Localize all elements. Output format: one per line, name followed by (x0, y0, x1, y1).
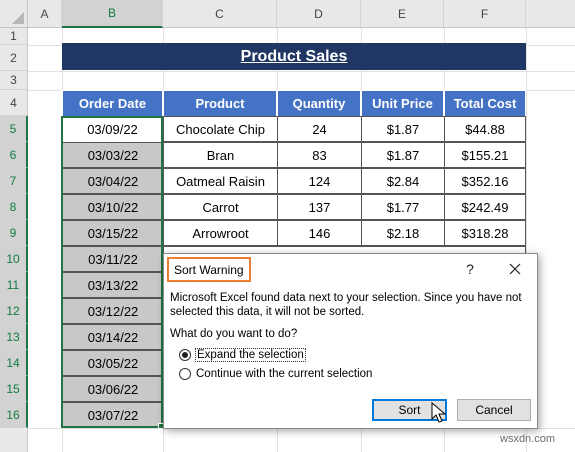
row-header-16[interactable]: 16 (0, 402, 28, 428)
cell-order-date[interactable]: 03/15/22 (62, 220, 164, 246)
row-header-12[interactable]: 12 (0, 298, 28, 324)
header-total-cost[interactable]: Total Cost (444, 90, 526, 117)
cell-order-date[interactable]: 03/05/22 (62, 350, 164, 376)
row-header-4[interactable]: 4 (0, 90, 28, 116)
mouse-cursor-icon (431, 402, 447, 423)
watermark: wsxdn.com (500, 433, 556, 445)
close-button[interactable] (504, 257, 526, 281)
row-header-2[interactable]: 2 (0, 45, 28, 71)
cell-unit-price[interactable]: $1.87 (361, 142, 445, 168)
header-quantity[interactable]: Quantity (277, 90, 361, 117)
column-header-c[interactable]: C (163, 0, 277, 28)
radio-continue-current[interactable]: Continue with the current selection (179, 368, 372, 380)
row-header-6[interactable]: 6 (0, 142, 28, 168)
cell-unit-price[interactable]: $2.18 (361, 220, 445, 246)
radio-expand-selection[interactable]: Expand the selection (179, 348, 306, 362)
cell-quantity[interactable]: 146 (277, 220, 362, 246)
cell-product[interactable]: Carrot (163, 194, 278, 220)
column-header-blank (526, 0, 575, 28)
cell-total-cost[interactable]: $44.88 (444, 116, 526, 142)
row-header-1[interactable]: 1 (0, 28, 28, 45)
cell-quantity[interactable]: 83 (277, 142, 362, 168)
cell-quantity[interactable]: 24 (277, 116, 362, 142)
cell-quantity[interactable]: 137 (277, 194, 362, 220)
column-header-b[interactable]: B (62, 0, 163, 28)
row-header-9[interactable]: 9 (0, 220, 28, 246)
row-header-8[interactable]: 8 (0, 194, 28, 220)
cell-product[interactable]: Bran (163, 142, 278, 168)
help-button[interactable]: ? (460, 258, 480, 280)
row-header-11[interactable]: 11 (0, 272, 28, 298)
dialog-title: Sort Warning (167, 257, 251, 282)
row-header-3[interactable]: 3 (0, 71, 28, 90)
cell-product[interactable]: Oatmeal Raisin (163, 168, 278, 194)
cell-order-date[interactable]: 03/10/22 (62, 194, 164, 220)
row-header-13[interactable]: 13 (0, 324, 28, 350)
dialog-message: Microsoft Excel found data next to your … (170, 292, 522, 318)
cell-order-date[interactable]: 03/12/22 (62, 298, 164, 324)
cancel-button[interactable]: Cancel (457, 399, 531, 421)
cell-unit-price[interactable]: $2.84 (361, 168, 445, 194)
cell-product[interactable]: Arrowroot (163, 220, 278, 246)
row-header-5[interactable]: 5 (0, 116, 28, 142)
dialog-question: What do you want to do? (170, 328, 298, 340)
row-header-7[interactable]: 7 (0, 168, 28, 194)
cell-order-date[interactable]: 03/06/22 (62, 376, 164, 402)
cell-order-date[interactable]: 03/09/22 (62, 116, 163, 142)
row-header-blank (0, 428, 28, 452)
radio-button-icon[interactable] (179, 368, 191, 380)
column-header-d[interactable]: D (277, 0, 361, 28)
gridline (28, 71, 575, 72)
cell-order-date[interactable]: 03/13/22 (62, 272, 164, 298)
cell-total-cost[interactable]: $352.16 (444, 168, 526, 194)
cell-order-date[interactable]: 03/07/22 (62, 402, 164, 428)
header-product[interactable]: Product (163, 90, 277, 117)
row-header-15[interactable]: 15 (0, 376, 28, 402)
cell-order-date[interactable]: 03/04/22 (62, 168, 164, 194)
radio-label: Continue with the current selection (196, 368, 373, 380)
cell-unit-price[interactable]: $1.77 (361, 194, 445, 220)
select-all-corner[interactable] (0, 0, 28, 28)
sort-warning-dialog: Sort Warning ? Microsoft Excel found dat… (163, 253, 538, 429)
column-header-a[interactable]: A (28, 0, 62, 28)
cell-quantity[interactable]: 124 (277, 168, 362, 194)
column-header-f[interactable]: F (444, 0, 526, 28)
row-header-10[interactable]: 10 (0, 246, 28, 272)
cell-unit-price[interactable]: $1.87 (361, 116, 445, 142)
cell-order-date[interactable]: 03/03/22 (62, 142, 164, 168)
radio-button-icon[interactable] (179, 349, 191, 361)
cell-total-cost[interactable]: $242.49 (444, 194, 526, 220)
header-unit-price[interactable]: Unit Price (361, 90, 444, 117)
cell-total-cost[interactable]: $318.28 (444, 220, 526, 246)
close-icon (509, 263, 521, 275)
radio-label: Expand the selection (195, 348, 306, 362)
cell-order-date[interactable]: 03/14/22 (62, 324, 164, 350)
cell-product[interactable]: Chocolate Chip (163, 116, 278, 142)
table-title[interactable]: Product Sales (62, 43, 526, 70)
cell-order-date[interactable]: 03/11/22 (62, 246, 164, 272)
column-header-e[interactable]: E (361, 0, 444, 28)
header-order-date[interactable]: Order Date (62, 90, 163, 117)
cell-total-cost[interactable]: $155.21 (444, 142, 526, 168)
row-header-14[interactable]: 14 (0, 350, 28, 376)
